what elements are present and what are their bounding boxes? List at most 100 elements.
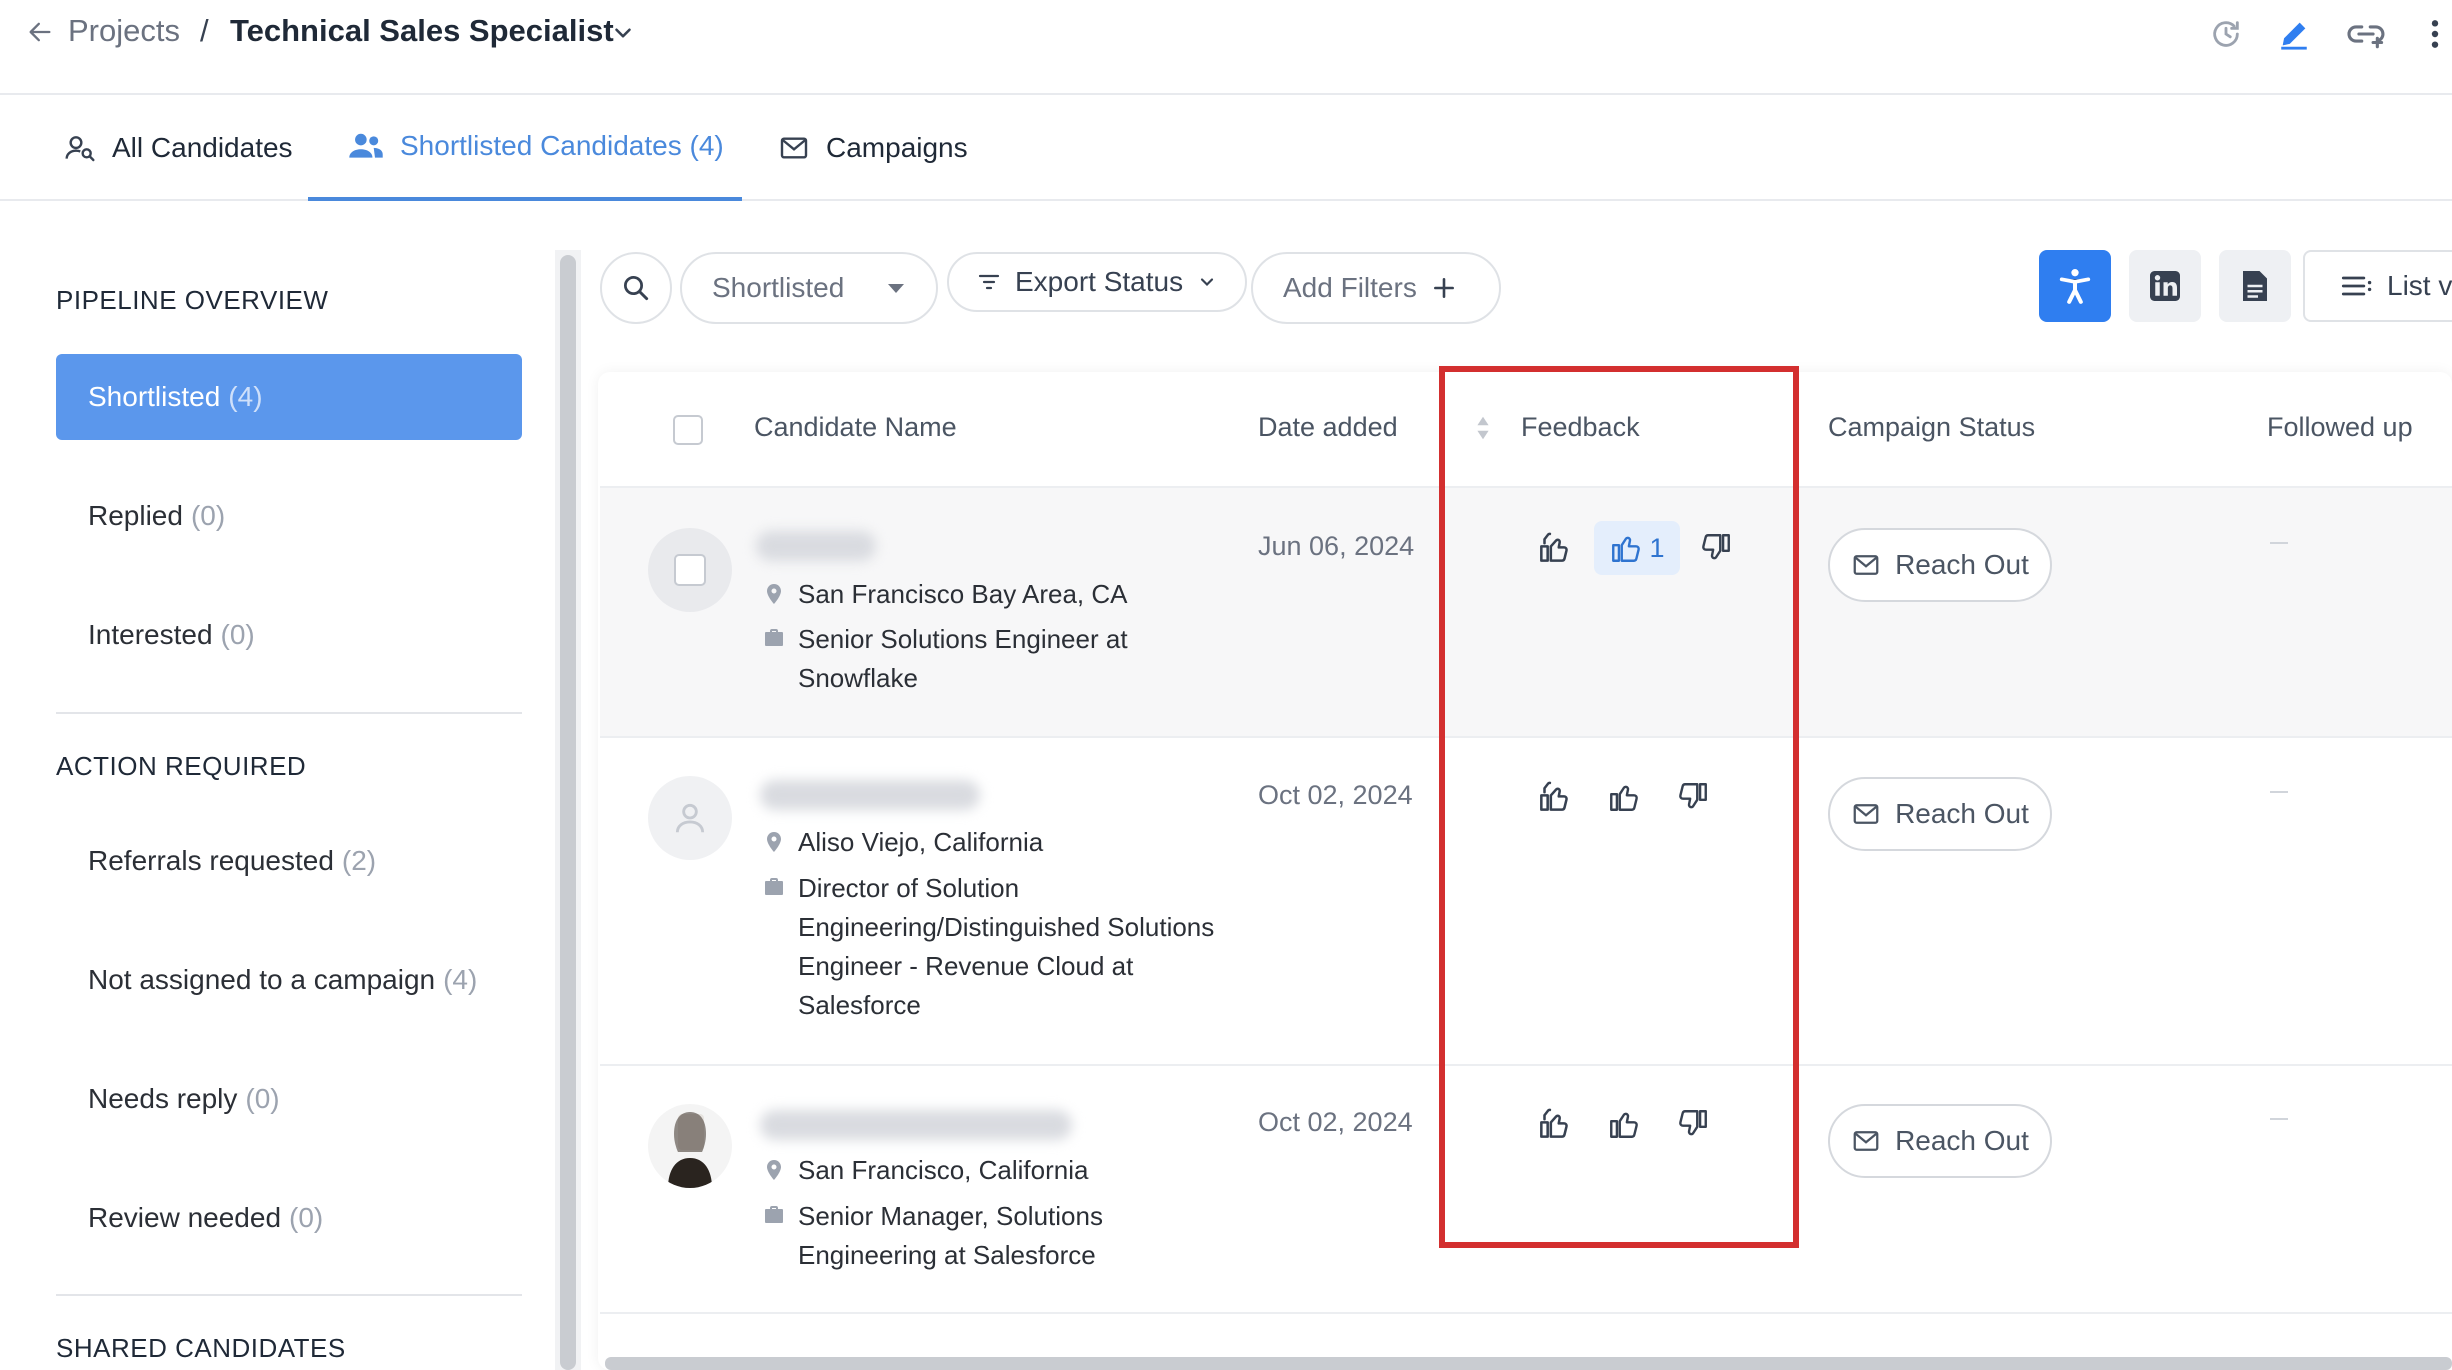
sidebar-item-interested[interactable]: Interested (0): [56, 592, 255, 678]
sidebar-item-not-assigned[interactable]: Not assigned to a campaign (4): [56, 937, 522, 1023]
tab-campaigns[interactable]: Campaigns: [778, 95, 968, 201]
title-line: Engineer - Revenue Cloud at: [798, 951, 1134, 981]
more-menu-icon[interactable]: [2420, 14, 2450, 54]
briefcase-icon: [762, 1203, 786, 1227]
briefcase-icon: [762, 626, 786, 650]
project-dropdown-chevron-icon[interactable]: [610, 20, 636, 51]
sidebar-item-count: (0): [190, 500, 226, 531]
candidate-location: Aliso Viejo, California: [798, 827, 1044, 857]
title-line: Senior Solutions Engineer at: [798, 624, 1128, 654]
date-added: Oct 02, 2024: [1258, 1107, 1413, 1137]
document-icon: [2243, 271, 2267, 301]
sidebar: PIPELINE OVERVIEW Shortlisted (4) Replied…: [0, 203, 555, 1370]
person-placeholder-icon: [675, 803, 705, 833]
add-filters-button[interactable]: Add Filters: [1251, 252, 1501, 324]
column-header-campaign-status[interactable]: Campaign Status: [1828, 412, 2035, 443]
followed-up-empty: [2270, 791, 2288, 793]
sidebar-item-referrals-requested[interactable]: Referrals requested (2): [56, 818, 376, 904]
reach-out-label: Reach Out: [1895, 549, 2029, 580]
action-required-heading: ACTION REQUIRED: [56, 751, 307, 781]
column-header-candidate-name[interactable]: Candidate Name: [754, 412, 957, 443]
person-search-icon: [65, 136, 95, 162]
sidebar-item-replied[interactable]: Replied (0): [56, 473, 225, 559]
stage-select[interactable]: Shortlisted: [680, 252, 938, 324]
history-icon[interactable]: [2206, 14, 2246, 54]
sidebar-item-review-needed[interactable]: Review needed (0): [56, 1175, 323, 1261]
mail-icon: [1851, 550, 1881, 580]
linkedin-button[interactable]: [2129, 250, 2201, 322]
reach-out-button[interactable]: Reach Out: [1828, 777, 2052, 851]
row-select-checkbox[interactable]: [674, 554, 706, 586]
sidebar-divider: [56, 712, 522, 714]
linkedin-icon: [2150, 271, 2180, 301]
sidebar-item-label: Referrals requested: [88, 845, 334, 876]
sidebar-item-label: Review needed: [88, 1202, 282, 1233]
location-pin-icon: [762, 581, 786, 607]
profile-photo: [648, 1104, 732, 1188]
avatar: [648, 776, 732, 860]
column-header-followed-up[interactable]: Followed up: [2267, 412, 2413, 443]
title-line: Snowflake: [798, 663, 918, 693]
shared-candidates-heading: SHARED CANDIDATES: [56, 1333, 346, 1363]
column-header-date-added[interactable]: Date added: [1258, 412, 1398, 443]
avatar: [648, 1104, 732, 1188]
vertical-scrollbar-thumb[interactable]: [560, 255, 576, 1370]
list-view-label: List vi: [2387, 270, 2452, 301]
candidate-title: Senior Solutions Engineer at Snowflake: [798, 620, 1128, 698]
title-line: Senior Manager, Solutions: [798, 1201, 1103, 1231]
caret-down-icon: [888, 284, 904, 293]
reach-out-button[interactable]: Reach Out: [1828, 1104, 2052, 1178]
sidebar-divider: [56, 1294, 522, 1296]
document-button[interactable]: [2219, 250, 2291, 322]
export-status-filter[interactable]: Export Status: [947, 252, 1248, 312]
sidebar-item-label: Shortlisted: [88, 381, 221, 412]
project-title[interactable]: Technical Sales Specialist: [230, 13, 614, 49]
reach-out-label: Reach Out: [1895, 798, 2029, 829]
tab-bar: All Candidates Shortlisted Candidates (4…: [0, 95, 2452, 201]
sidebar-item-label: Replied: [88, 500, 183, 531]
tab-label: Campaigns: [826, 132, 968, 163]
edit-pencil-icon[interactable]: [2274, 14, 2314, 54]
breadcrumb-projects-link[interactable]: Projects: [68, 13, 180, 49]
sidebar-item-count: (0): [245, 1083, 280, 1114]
chevron-down-icon: [1201, 278, 1214, 287]
sidebar-item-label: Not assigned to a campaign: [88, 964, 436, 995]
sidebar-item-count: (4): [228, 381, 263, 412]
horizontal-scrollbar[interactable]: [605, 1357, 2452, 1370]
row-divider: [600, 1312, 2452, 1314]
back-arrow-icon[interactable]: [22, 14, 58, 50]
sidebar-item-shortlisted[interactable]: Shortlisted (4): [56, 354, 522, 440]
mail-icon: [1851, 1126, 1881, 1156]
tab-shortlisted-candidates[interactable]: Shortlisted Candidates (4): [308, 95, 742, 201]
date-added: Jun 06, 2024: [1258, 531, 1415, 561]
tab-all-candidates[interactable]: All Candidates: [64, 95, 293, 201]
pipeline-overview-heading: PIPELINE OVERVIEW: [56, 285, 329, 315]
candidate-name-redacted[interactable]: [756, 531, 876, 561]
stage-select-value: Shortlisted: [712, 272, 845, 303]
location-pin-icon: [762, 1157, 786, 1183]
search-icon: [624, 276, 649, 301]
breadcrumb-separator: /: [200, 13, 209, 48]
sidebar-item-needs-reply[interactable]: Needs reply (0): [56, 1056, 280, 1142]
people-icon: [349, 133, 383, 158]
list-view-button[interactable]: List vi: [2303, 250, 2452, 322]
briefcase-icon: [762, 875, 786, 899]
accessibility-button[interactable]: [2039, 250, 2111, 322]
title-line: Engineering/Distinguished Solutions: [798, 912, 1215, 942]
mail-icon: [1851, 799, 1881, 829]
candidate-name-redacted[interactable]: [760, 780, 980, 810]
candidate-title: Director of Solution Engineering/Disting…: [798, 869, 1214, 1025]
select-all-checkbox[interactable]: [673, 415, 703, 445]
title-line: Engineering at Salesforce: [798, 1240, 1096, 1270]
mail-icon: [778, 132, 810, 164]
sidebar-item-count: (0): [289, 1202, 324, 1233]
reach-out-label: Reach Out: [1895, 1125, 2029, 1156]
followed-up-empty: [2270, 542, 2288, 544]
candidate-name-redacted[interactable]: [760, 1110, 1072, 1140]
sidebar-item-count: (0): [220, 619, 255, 650]
search-button[interactable]: [600, 252, 672, 324]
tab-label: Shortlisted Candidates (4): [400, 130, 724, 161]
candidate-title: Senior Manager, Solutions Engineering at…: [798, 1197, 1103, 1275]
share-link-icon[interactable]: [2346, 14, 2386, 54]
reach-out-button[interactable]: Reach Out: [1828, 528, 2052, 602]
